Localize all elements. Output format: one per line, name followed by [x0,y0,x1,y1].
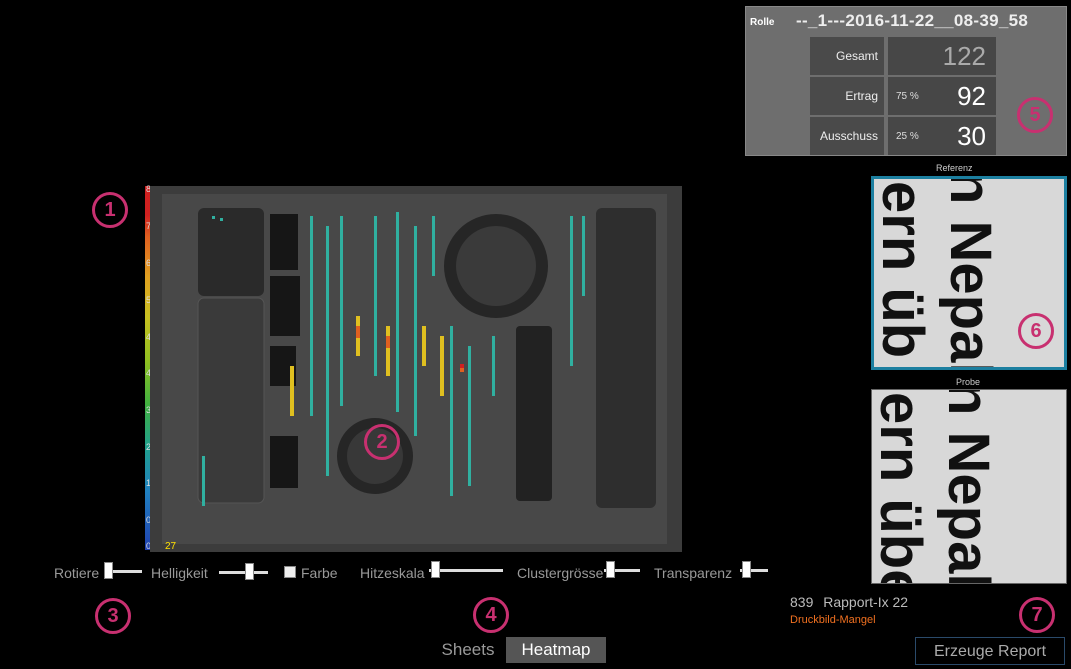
gesamt-value: 122 [942,41,986,71]
heatmap-overlay-graphic [162,194,667,544]
tab-sheets[interactable]: Sheets [436,637,500,663]
callout-marker: 2 [364,424,400,460]
clustergrosse-label: Clustergrösse [517,565,604,581]
tab-heatmap[interactable]: Heatmap [506,637,606,663]
transparenz-label: Transparenz [654,565,733,581]
farbe-label: Farbe [301,565,338,581]
rolle-label: Rolle [750,17,775,28]
ertrag-label: Ertrag [810,77,884,115]
ausschuss-label: Ausschuss [810,117,884,155]
ausschuss-value-box: 25 % 30 [888,117,996,155]
hitzeskala-slider[interactable] [429,569,503,572]
farbe-checkbox[interactable] [284,566,296,578]
create-report-button[interactable]: Erzeuge Report [915,637,1065,665]
clustergrosse-slider-knob[interactable] [606,561,615,578]
ausschuss-value: 30 [957,121,986,151]
hitzeskala-slider-knob[interactable] [431,561,440,578]
helligkeit-label: Helligkeit [151,565,208,581]
probe-image[interactable]: ern übe n Nepal [871,389,1067,584]
reference-text-line: ern üb [871,181,935,359]
helligkeit-slider-knob[interactable] [245,563,254,580]
heatmap-image[interactable] [150,186,682,552]
rapport-info: 839 Rapport-Ix 22 [790,594,908,610]
probe-text-line: ern übe [871,392,933,584]
defect-type: Druckbild-Mangel [790,614,876,626]
ertrag-percent: 75 % [896,91,919,102]
callout-marker: 5 [1017,97,1053,133]
roll-stats-panel: Rolle --_1---2016-11-22__08-39_58 Gesamt… [745,6,1067,156]
rapport-number: 839 [790,594,814,610]
rapport-label: Rapport-Ix 22 [823,594,909,610]
defect-count: 27 [165,541,177,552]
ausschuss-percent: 25 % [896,131,919,142]
rotiere-label: Rotiere [54,565,100,581]
helligkeit-slider[interactable] [219,571,268,574]
rotiere-slider-knob[interactable] [104,562,113,579]
probe-title: Probe [956,377,981,387]
ertrag-value: 92 [957,81,986,111]
hitzeskala-label: Hitzeskala [360,565,425,581]
reference-title: Referenz [936,163,973,173]
reference-text-line: n Nepal [938,176,1003,370]
callout-marker: 7 [1019,597,1055,633]
gesamt-value-box: 122 [888,37,996,75]
callout-marker: 4 [473,597,509,633]
callout-marker: 6 [1018,313,1054,349]
callout-marker: 1 [92,192,128,228]
roll-id: --_1---2016-11-22__08-39_58 [796,11,1029,30]
gesamt-label: Gesamt [810,37,884,75]
callout-marker: 3 [95,598,131,634]
ertrag-value-box: 75 % 92 [888,77,996,115]
probe-text-line: n Nepal [936,389,1001,584]
transparenz-slider-knob[interactable] [742,561,751,578]
